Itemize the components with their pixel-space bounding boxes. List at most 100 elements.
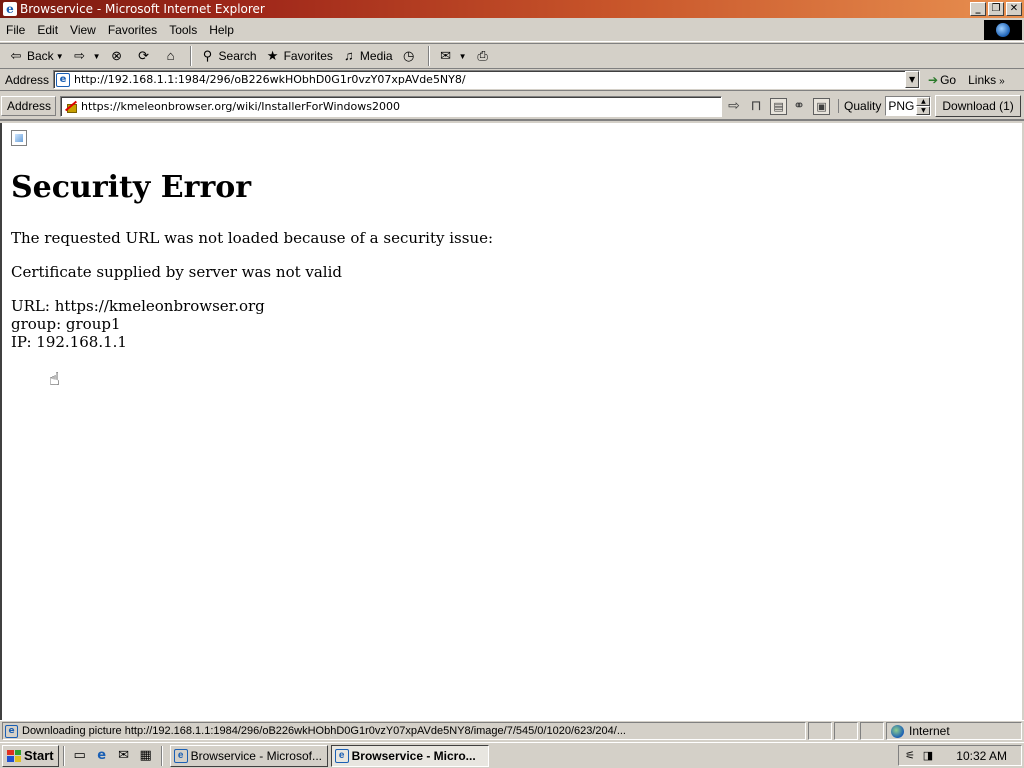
spin-down-icon[interactable]: ▼ <box>916 106 931 115</box>
address-label: Address <box>5 72 50 87</box>
links-label: Links <box>968 72 997 87</box>
forward-button[interactable]: ⇨ ▼ <box>68 45 105 67</box>
status-progress-cell <box>808 722 832 740</box>
find-button[interactable]: ⚭ <box>789 96 809 116</box>
error-description: The requested URL was not loaded because… <box>11 229 494 247</box>
start-button[interactable]: Start <box>2 744 59 767</box>
taskbar: Start ▭ e ✉ ▦ e Browservice - Microsof..… <box>0 742 1024 768</box>
spin-up-icon[interactable]: ▲ <box>916 97 931 106</box>
security-zone[interactable]: Internet <box>886 722 1022 740</box>
menu-edit[interactable]: Edit <box>31 23 64 37</box>
search-button[interactable]: ⚲ Search <box>196 45 261 67</box>
broken-image-icon <box>11 130 27 146</box>
ie-app-icon[interactable]: e <box>3 2 17 16</box>
close-button[interactable]: ✕ <box>1006 2 1022 16</box>
ip-line: IP: 192.168.1.1 <box>11 333 127 351</box>
back-dropdown-icon[interactable]: ▼ <box>56 52 64 61</box>
quality-selector[interactable]: PNG ▲ ▼ <box>885 96 932 116</box>
search-icon: ⚲ <box>202 48 213 63</box>
ie-task-icon: e <box>334 748 349 763</box>
chevron-right-icon: » <box>999 75 1005 87</box>
outlook-express-icon[interactable]: ✉ <box>115 747 133 765</box>
windows-flag-icon <box>7 749 21 762</box>
quality-label: Quality <box>838 99 881 113</box>
system-tray: ⚟ ◨ 10:32 AM <box>898 745 1022 766</box>
maximize-button[interactable]: ❐ <box>988 2 1004 16</box>
title-bar[interactable]: e Browservice - Microsoft Internet Explo… <box>0 0 1024 18</box>
hand-cursor-icon: ☝ <box>49 369 60 390</box>
media-button[interactable]: ♫ Media <box>337 45 397 67</box>
stop-button[interactable]: ⊗ <box>105 45 132 67</box>
proxy-go-button[interactable]: ⇨ <box>724 96 744 116</box>
page-content: Security Error The requested URL was not… <box>0 123 1022 720</box>
minimize-button[interactable]: _ <box>970 2 986 16</box>
address-url[interactable]: http://192.168.1.1:1984/296/oB226wkHObhD… <box>74 73 905 86</box>
menu-tools[interactable]: Tools <box>163 23 203 37</box>
mail-button[interactable]: ✉ ▼ <box>434 45 471 67</box>
history-button[interactable]: ◷ <box>397 45 424 67</box>
show-desktop-icon[interactable]: ▭ <box>71 747 89 765</box>
search-label: Search <box>218 49 257 63</box>
network-icon[interactable]: ⚟ <box>903 749 917 763</box>
links-button[interactable]: Links» <box>968 73 1005 87</box>
print-button[interactable]: ⎙ <box>471 45 498 67</box>
toolbar-separator <box>189 46 192 66</box>
error-detail: Certificate supplied by server was not v… <box>11 263 343 281</box>
insecure-lock-icon <box>65 100 78 113</box>
bookmarks-list-button[interactable]: ▤ <box>770 97 788 115</box>
menu-bar: File Edit View Favorites Tools Help <box>0 18 1024 42</box>
menu-favorites[interactable]: Favorites <box>102 23 163 37</box>
proxy-url[interactable]: https://kmeleonbrowser.org/wiki/Installe… <box>81 100 400 113</box>
proxy-address-input[interactable]: https://kmeleonbrowser.org/wiki/Installe… <box>60 95 723 117</box>
zone-label: Internet <box>909 724 950 738</box>
proxy-toolbar: Address https://kmeleonbrowser.org/wiki/… <box>0 93 1024 121</box>
history-icon: ◷ <box>402 48 415 63</box>
quicklaunch-separator <box>62 745 65 766</box>
stop-icon: ⊗ <box>111 48 122 63</box>
go-arrow-icon: ⇨ <box>728 98 740 114</box>
internet-zone-icon <box>891 724 904 738</box>
quality-value: PNG <box>888 99 915 113</box>
media-label: Media <box>359 49 393 63</box>
clipboard-button[interactable]: ▣ <box>813 97 831 115</box>
address-input[interactable]: e http://192.168.1.1:1984/296/oB226wkHOb… <box>53 70 921 89</box>
back-label: Back <box>27 49 54 63</box>
download-button[interactable]: Download (1) <box>935 95 1021 117</box>
go-arrow-icon: ➔ <box>928 72 939 87</box>
volume-icon[interactable]: ◨ <box>921 749 935 763</box>
page-icon: e <box>5 724 18 738</box>
favorites-button[interactable]: ★ Favorites <box>261 45 337 67</box>
bookmark-button[interactable]: ⊓ <box>746 96 766 116</box>
home-button[interactable]: ⌂ <box>159 45 186 67</box>
back-arrow-icon: ⇦ <box>10 48 22 63</box>
address-dropdown-icon[interactable]: ▼ <box>905 71 920 88</box>
ie-quicklaunch-icon[interactable]: e <box>93 747 111 765</box>
start-label: Start <box>24 748 54 763</box>
clock[interactable]: 10:32 AM <box>956 749 1007 763</box>
mail-dropdown-icon[interactable]: ▼ <box>459 52 467 61</box>
menu-file[interactable]: File <box>0 23 31 37</box>
favorites-icon: ★ <box>266 48 279 63</box>
taskbar-task-1[interactable]: e Browservice - Microsof... <box>169 744 328 767</box>
print-icon: ⎙ <box>477 48 488 63</box>
refresh-button[interactable]: ⟳ <box>132 45 159 67</box>
mail-icon: ✉ <box>440 48 452 63</box>
taskbar-task-2[interactable]: e Browservice - Micro... <box>330 744 489 767</box>
forward-arrow-icon: ⇨ <box>74 48 86 63</box>
status-privacy-cell <box>860 722 884 740</box>
quality-spinner[interactable]: ▲ ▼ <box>916 97 931 115</box>
media-icon: ♫ <box>344 48 354 63</box>
go-button[interactable]: ➔ Go <box>928 73 956 87</box>
url-line: URL: https://kmeleonbrowser.org <box>11 297 265 315</box>
menu-view[interactable]: View <box>64 23 102 37</box>
status-bar: e Downloading picture http://192.168.1.1… <box>0 720 1024 741</box>
forward-dropdown-icon[interactable]: ▼ <box>93 52 101 61</box>
windows-logo-throbber <box>984 20 1022 40</box>
menu-help[interactable]: Help <box>203 23 240 37</box>
favorites-label: Favorites <box>283 49 333 63</box>
explorer-icon[interactable]: ▦ <box>137 747 155 765</box>
ie-address-bar: Address e http://192.168.1.1:1984/296/oB… <box>0 69 1024 91</box>
refresh-icon: ⟳ <box>138 48 149 63</box>
home-icon: ⌂ <box>166 48 175 63</box>
back-button[interactable]: ⇦ Back ▼ <box>4 45 68 67</box>
